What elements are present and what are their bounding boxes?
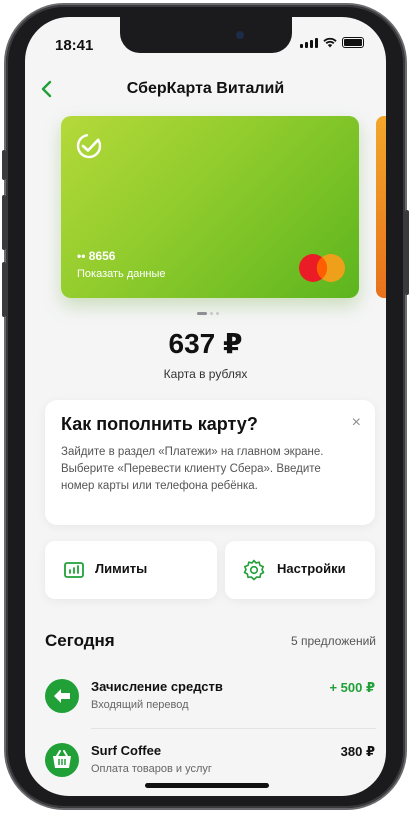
transaction-title: Зачисление средств: [91, 679, 223, 694]
battery-icon: [342, 37, 364, 48]
side-button-left-1: [2, 150, 6, 180]
notch: [120, 17, 292, 53]
page-title: СберКарта Виталий: [126, 80, 285, 97]
mastercard-logo-icon: [299, 254, 345, 282]
transaction-subtitle: Входящий перевод: [91, 699, 189, 711]
side-button-left-2: [2, 195, 6, 250]
gear-icon: [243, 559, 265, 581]
limits-button[interactable]: Лимиты: [45, 541, 217, 599]
tip-text: Зайдите в раздел «Платежи» на главном эк…: [61, 446, 324, 492]
basket-icon: [45, 743, 79, 777]
transaction-amount: + 500 ₽: [329, 680, 375, 695]
close-icon[interactable]: ×: [352, 415, 361, 431]
transaction-amount: 380 ₽: [340, 744, 375, 759]
bank-card[interactable]: •• 8656 Показать данные: [61, 116, 359, 298]
settings-button[interactable]: Настройки: [225, 541, 375, 599]
divider: [91, 728, 376, 729]
camera-icon: [236, 31, 244, 39]
card-balance: 637 ₽: [168, 328, 243, 359]
today-heading: Сегодня: [45, 631, 115, 650]
offers-link[interactable]: 5 предложений: [291, 634, 376, 648]
card-number: •• 8656: [77, 249, 116, 263]
next-card-peek[interactable]: [376, 116, 386, 298]
side-button-right: [405, 210, 409, 295]
show-card-data-link[interactable]: Показать данные: [77, 268, 166, 280]
transaction-subtitle: Оплата товаров и услуг: [91, 763, 212, 775]
card-pager: [197, 312, 219, 315]
status-icons: [300, 37, 364, 48]
signal-icon: [300, 38, 318, 48]
wifi-icon: [323, 37, 337, 48]
transaction-title: Surf Coffee: [91, 743, 162, 758]
home-indicator[interactable]: [145, 783, 269, 788]
tip-title: Как пополнить карту?: [61, 414, 258, 434]
arrow-left-icon: [45, 679, 79, 713]
screen: 18:41 СберКарта Виталий •• 8656 Показать…: [25, 17, 386, 796]
transaction-row[interactable]: Зачисление средств Входящий перевод + 50…: [45, 679, 385, 729]
balance-label: Карта в рублях: [163, 367, 248, 381]
limits-chart-icon: [64, 562, 84, 578]
limits-label: Лимиты: [95, 561, 148, 576]
side-button-left-3: [2, 262, 6, 317]
status-time: 18:41: [55, 37, 94, 54]
topup-tip-card: Как пополнить карту? × Зайдите в раздел …: [45, 400, 375, 525]
settings-label: Настройки: [277, 561, 346, 576]
sber-logo-icon: [76, 133, 102, 159]
